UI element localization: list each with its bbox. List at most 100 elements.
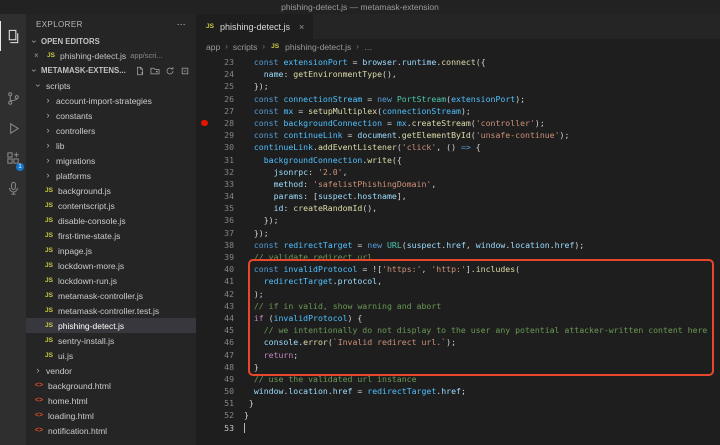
line-number[interactable]: 28 (196, 117, 244, 129)
extensions-icon[interactable]: 1 (0, 143, 26, 173)
tree-item-contentscript.js[interactable]: JScontentscript.js (26, 198, 196, 213)
tab-phishing-detect.js[interactable]: JSphishing-detect.js× (196, 14, 313, 39)
breadcrumb-segment[interactable]: scripts (233, 42, 258, 52)
line-number[interactable]: 37 (196, 227, 244, 239)
code-line[interactable]: const backgroundConnection = mx.createSt… (244, 117, 707, 129)
code-line[interactable]: return; (244, 349, 707, 361)
code-line[interactable]: const mx = setupMultiplex(connectionStre… (244, 105, 707, 117)
files-explorer-icon[interactable] (0, 21, 26, 51)
new-folder-icon[interactable] (150, 66, 160, 76)
code-line[interactable]: window.location.href = redirectTarget.hr… (244, 385, 707, 397)
line-number[interactable]: 33 (196, 178, 244, 190)
tree-item-home.html[interactable]: <>home.html (26, 393, 196, 408)
line-number[interactable]: 23 (196, 56, 244, 68)
line-number[interactable]: 30 (196, 141, 244, 153)
line-number[interactable]: 46 (196, 336, 244, 348)
line-number[interactable]: 35 (196, 202, 244, 214)
tree-item-phishing-detect.js[interactable]: JSphishing-detect.js (26, 318, 196, 333)
more-actions-icon[interactable]: ⋯ (177, 19, 186, 30)
line-number[interactable]: 47 (196, 349, 244, 361)
collapse-all-icon[interactable] (180, 66, 190, 76)
line-number[interactable]: 44 (196, 312, 244, 324)
line-number[interactable]: 40 (196, 263, 244, 275)
code-line[interactable]: } (244, 397, 707, 409)
code-line[interactable]: const extensionPort = browser.runtime.co… (244, 56, 707, 68)
code-line[interactable]: }); (244, 80, 707, 92)
breadcrumb-segment[interactable]: app (206, 42, 220, 52)
source-control-icon[interactable] (0, 83, 26, 113)
line-number[interactable]: 49 (196, 373, 244, 385)
tree-item-first-time-state.js[interactable]: JSfirst-time-state.js (26, 228, 196, 243)
line-number[interactable]: 38 (196, 239, 244, 251)
tree-item-background.js[interactable]: JSbackground.js (26, 183, 196, 198)
run-debug-icon[interactable] (0, 113, 26, 143)
line-number[interactable]: 48 (196, 361, 244, 373)
tree-item-scripts[interactable]: ›scripts (26, 78, 196, 93)
tree-item-account-import-strategies[interactable]: ›account-import-strategies (26, 93, 196, 108)
line-number[interactable]: 34 (196, 190, 244, 202)
tree-item-lockdown-run.js[interactable]: JSlockdown-run.js (26, 273, 196, 288)
open-editors-header[interactable]: › OPEN EDITORS (26, 34, 196, 48)
code-line[interactable]: redirectTarget.protocol, (244, 275, 707, 287)
code-line[interactable]: // we intentionally do not display to th… (244, 324, 707, 336)
line-number[interactable]: 24 (196, 68, 244, 80)
tree-item-constants[interactable]: ›constants (26, 108, 196, 123)
code-line[interactable]: const connectionStream = new PortStream(… (244, 93, 707, 105)
code-line[interactable]: } (244, 361, 707, 373)
code-line[interactable]: const continueLink = document.getElement… (244, 129, 707, 141)
breadcrumb-segment[interactable]: … (364, 42, 373, 52)
new-file-icon[interactable] (135, 66, 145, 76)
code-line[interactable]: const redirectTarget = new URL(suspect.h… (244, 239, 707, 251)
tab-close-icon[interactable]: × (299, 22, 304, 32)
code-line[interactable]: jsonrpc: '2.0', (244, 166, 707, 178)
open-editor-item[interactable]: ×JSphishing-detect.jsapp/scri... (26, 48, 196, 63)
tree-item-metamask-controller.test.js[interactable]: JSmetamask-controller.test.js (26, 303, 196, 318)
code-line[interactable] (244, 422, 707, 434)
code-line[interactable]: const invalidProtocol = !['https:', 'htt… (244, 263, 707, 275)
line-number[interactable]: 36 (196, 214, 244, 226)
tree-item-migrations[interactable]: ›migrations (26, 153, 196, 168)
code-line[interactable]: params: [suspect.hostname], (244, 190, 707, 202)
code-line[interactable]: } (244, 409, 707, 421)
code-line[interactable]: backgroundConnection.write({ (244, 154, 707, 166)
breadcrumb-segment[interactable]: phishing-detect.js (285, 42, 351, 52)
code-line[interactable]: console.error(`Invalid redirect url.`); (244, 336, 707, 348)
code-line[interactable]: // use the validated url instance (244, 373, 707, 385)
project-tree-header[interactable]: › METAMASK-EXTENS... (26, 63, 196, 78)
line-number[interactable]: 41 (196, 275, 244, 287)
code-line[interactable]: id: createRandomId(), (244, 202, 707, 214)
line-number[interactable]: 50 (196, 385, 244, 397)
tree-item-sentry-install.js[interactable]: JSsentry-install.js (26, 333, 196, 348)
tree-item-lockdown-more.js[interactable]: JSlockdown-more.js (26, 258, 196, 273)
code-line[interactable]: method: 'safelistPhishingDomain', (244, 178, 707, 190)
tree-item-metamask-controller.js[interactable]: JSmetamask-controller.js (26, 288, 196, 303)
close-editor-icon[interactable]: × (34, 51, 42, 60)
line-number[interactable]: 43 (196, 300, 244, 312)
line-number[interactable]: 27 (196, 105, 244, 117)
microphone-icon[interactable] (0, 173, 26, 203)
code-line[interactable]: }); (244, 214, 707, 226)
tree-item-lib[interactable]: ›lib (26, 138, 196, 153)
code-line[interactable]: name: getEnvironmentType(), (244, 68, 707, 80)
tree-item-platforms[interactable]: ›platforms (26, 168, 196, 183)
code-line[interactable]: // if in valid, show warning and abort (244, 300, 707, 312)
line-number[interactable]: 45 (196, 324, 244, 336)
code-line[interactable]: }); (244, 227, 707, 239)
tree-item-disable-console.js[interactable]: JSdisable-console.js (26, 213, 196, 228)
line-number[interactable]: 53 (196, 422, 244, 434)
code-line[interactable]: continueLink.addEventListener('click', (… (244, 141, 707, 153)
line-number[interactable]: 26 (196, 93, 244, 105)
line-number[interactable]: 25 (196, 80, 244, 92)
tree-item-notification.html[interactable]: <>notification.html (26, 423, 196, 438)
code-line[interactable]: if (invalidProtocol) { (244, 312, 707, 324)
line-number[interactable]: 52 (196, 409, 244, 421)
line-number[interactable]: 39 (196, 251, 244, 263)
line-number[interactable]: 29 (196, 129, 244, 141)
line-number[interactable]: 32 (196, 166, 244, 178)
breakpoint-icon[interactable] (201, 120, 208, 127)
tree-item-background.html[interactable]: <>background.html (26, 378, 196, 393)
code-editor[interactable]: 2324252627282930313233343536373839404142… (196, 54, 720, 445)
line-number[interactable]: 31 (196, 154, 244, 166)
line-number[interactable]: 51 (196, 397, 244, 409)
tree-item-ui.js[interactable]: JSui.js (26, 348, 196, 363)
